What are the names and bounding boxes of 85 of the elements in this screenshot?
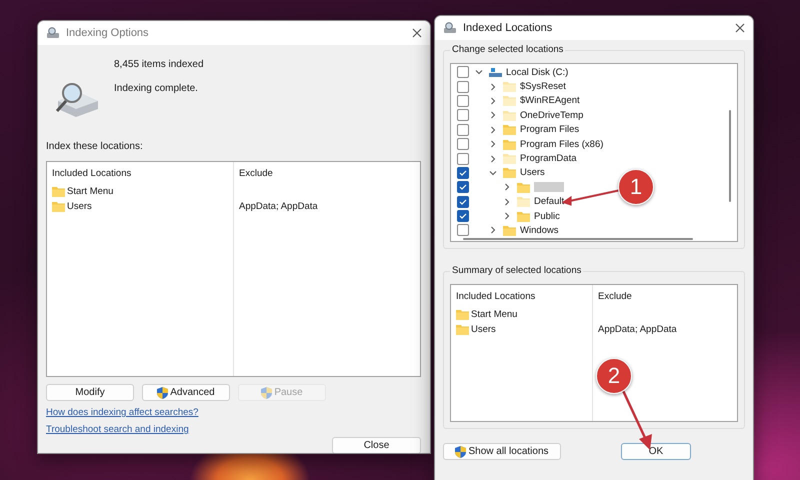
column-header: Included Locations — [52, 166, 132, 180]
folder-icon — [456, 308, 469, 320]
folder-icon — [503, 110, 516, 121]
help-link[interactable]: How does indexing affect searches? — [46, 407, 198, 418]
chevron-right-icon[interactable] — [489, 126, 497, 134]
group-label: Summary of selected locations — [450, 265, 584, 276]
location-cell: Users — [456, 322, 587, 336]
chevron-right-icon[interactable] — [489, 140, 497, 148]
folder-icon — [52, 200, 65, 212]
scrollbar[interactable] — [463, 238, 693, 240]
tree-item-label[interactable]: Default — [534, 196, 564, 208]
exclude-cell-text: AppData; AppData — [598, 322, 678, 336]
checkbox[interactable] — [457, 224, 469, 236]
checkbox[interactable] — [457, 152, 469, 165]
checkbox[interactable] — [457, 196, 469, 208]
items-indexed-count: 8,455 items indexed — [114, 59, 204, 70]
indexing-status: Indexing complete. — [114, 83, 199, 94]
folder-icon — [517, 182, 530, 193]
folder-icon — [456, 324, 469, 334]
folder-icon — [503, 224, 516, 236]
location-cell: Users — [52, 199, 228, 213]
checkbox[interactable] — [457, 109, 469, 122]
folder-icon — [503, 138, 516, 150]
checkbox[interactable] — [457, 210, 469, 222]
tree-item-label[interactable]: Public — [534, 210, 560, 222]
shield-icon — [157, 386, 168, 398]
chevron-right-icon[interactable] — [503, 183, 511, 192]
window-title: Indexing Options — [66, 27, 150, 39]
tree-item-label[interactable]: $WinREAgent — [520, 95, 580, 106]
tree-item-label[interactable]: Users — [520, 167, 545, 178]
tree-item-label[interactable]: ProgramData — [520, 153, 576, 164]
chevron-right-icon[interactable] — [489, 82, 497, 91]
location-cell: Start Menu — [52, 184, 228, 198]
show-all-button[interactable]: Show all locations — [443, 443, 561, 460]
action-button[interactable]: Modify — [46, 384, 134, 401]
ok-button[interactable]: OK — [621, 443, 691, 460]
chevron-right-icon[interactable] — [503, 212, 511, 220]
group-label: Change selected locations — [450, 44, 566, 55]
folder-icon — [503, 167, 516, 178]
column-header: Exclude — [598, 290, 633, 303]
checkbox[interactable] — [457, 66, 469, 78]
folder-icon — [503, 153, 516, 164]
chevron-down-icon[interactable] — [489, 168, 497, 177]
checkbox[interactable] — [457, 94, 469, 107]
folder-icon — [503, 81, 516, 92]
locations-label: Index these locations: — [46, 141, 144, 152]
shield-icon — [455, 446, 466, 458]
tree-item-label[interactable]: Local Disk (C:) — [506, 66, 568, 78]
action-button[interactable]: Advanced — [142, 384, 230, 401]
close-button[interactable]: Close — [332, 437, 421, 453]
checkbox[interactable] — [457, 166, 469, 179]
folder-icon — [503, 95, 516, 106]
checkbox[interactable] — [457, 124, 469, 136]
app-icon — [46, 27, 60, 39]
window-title: Indexed Locations — [463, 22, 554, 34]
folder-icon — [517, 210, 530, 222]
checkbox[interactable] — [457, 181, 469, 194]
chevron-right-icon[interactable] — [489, 154, 497, 163]
tree-item-label[interactable]: Program Files — [520, 124, 580, 136]
folder-icon — [52, 186, 65, 196]
column-header: Included Locations — [456, 290, 536, 303]
folder-icon — [503, 124, 516, 136]
drive-icon — [489, 66, 502, 78]
scrollbar[interactable] — [729, 110, 731, 202]
shield-icon — [261, 386, 272, 398]
chevron-down-icon[interactable] — [475, 68, 483, 76]
checkbox[interactable] — [457, 138, 469, 150]
tree-item-label[interactable]: $SysReset — [520, 81, 566, 92]
close-icon[interactable] — [735, 23, 745, 33]
chevron-right-icon[interactable] — [489, 226, 497, 234]
help-link[interactable]: Troubleshoot search and indexing — [46, 424, 189, 435]
app-icon — [443, 22, 457, 34]
exclude-cell-text: AppData; AppData — [239, 200, 319, 213]
folder-icon — [517, 196, 530, 208]
column-header: Exclude — [239, 166, 274, 180]
location-cell: Start Menu — [456, 307, 587, 321]
tree-item-label[interactable]: Windows — [520, 224, 559, 236]
tree-item-label[interactable]: OneDriveTemp — [520, 110, 584, 121]
close-icon[interactable] — [412, 28, 422, 38]
chevron-right-icon[interactable] — [489, 111, 497, 120]
tree-item-label[interactable]: Program Files (x86) — [520, 138, 604, 150]
checkbox[interactable] — [457, 80, 469, 93]
chevron-right-icon[interactable] — [503, 198, 511, 206]
blurred-name — [534, 182, 564, 192]
chevron-right-icon[interactable] — [489, 96, 497, 105]
